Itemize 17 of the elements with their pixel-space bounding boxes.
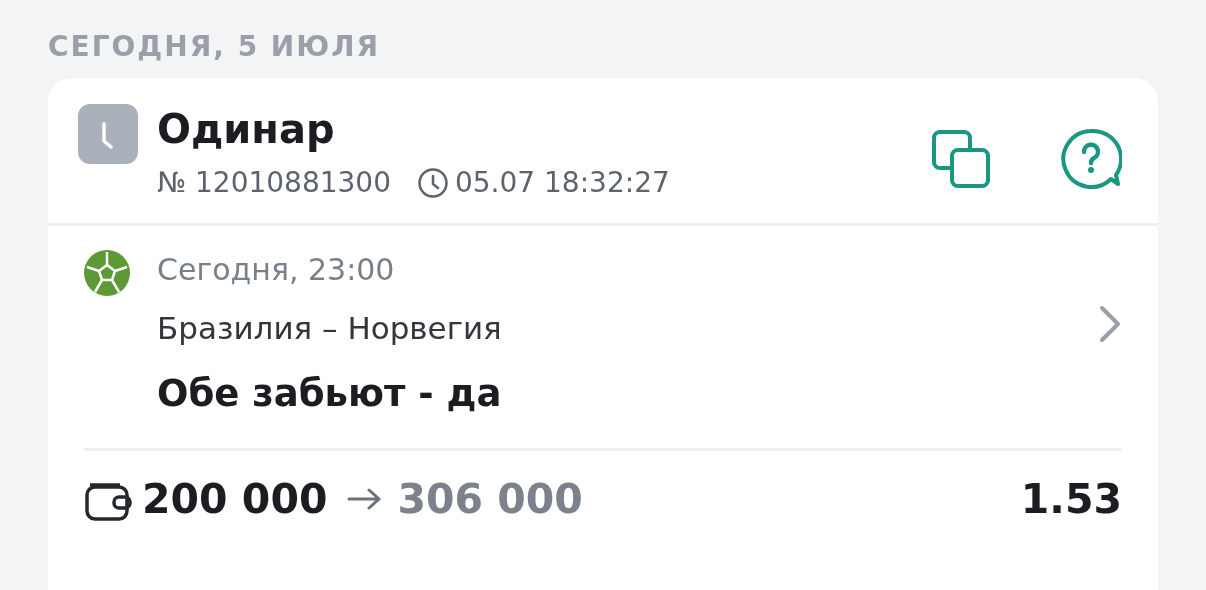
bet-outcome: Обе забьют - да [157, 371, 503, 417]
arrow-right-icon [347, 487, 384, 511]
football-icon [84, 250, 130, 296]
stake-amount: 200 000 [142, 475, 328, 523]
odds-value: 1.53 [1020, 475, 1122, 523]
clock-icon [417, 166, 449, 199]
event-start: Сегодня, 23:00 [157, 251, 396, 289]
bet-time: 05.07 18:32:27 [455, 166, 670, 199]
chevron-right-icon[interactable] [1098, 305, 1122, 343]
bet-type: Одинар [157, 105, 336, 154]
date-header: СЕГОДНЯ, 5 ИЮЛЯ [48, 28, 381, 65]
clock-icon [78, 104, 138, 164]
bet-number: № 12010881300 [157, 166, 391, 199]
payout-amount: 306 000 [397, 475, 583, 523]
copy-button[interactable] [930, 128, 992, 190]
help-button[interactable] [1060, 128, 1122, 190]
match-name: Бразилия – Норвегия [157, 309, 503, 348]
